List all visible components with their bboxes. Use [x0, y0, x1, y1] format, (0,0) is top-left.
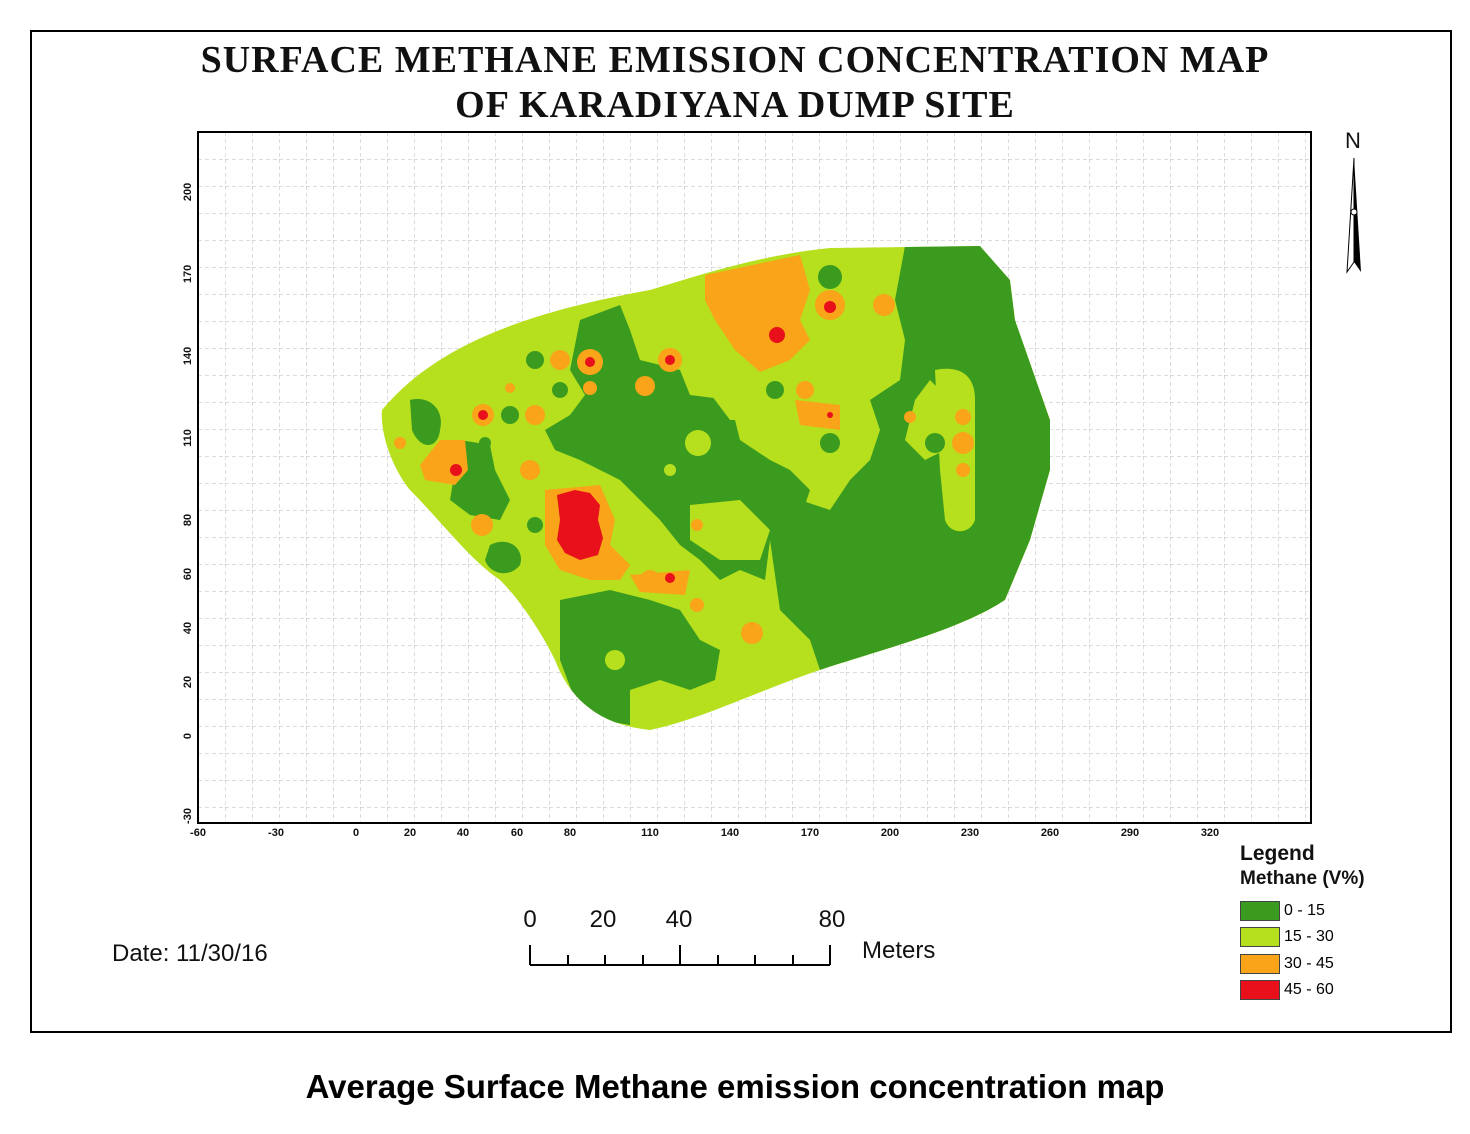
x-tick-label: 110	[641, 827, 659, 839]
y-tick-label: 200	[182, 183, 194, 201]
x-tick-label: 60	[511, 827, 523, 839]
figure-caption: Average Surface Methane emission concent…	[305, 1068, 1165, 1105]
x-tick-label: -30	[268, 827, 284, 839]
x-axis-labels: -60 -30 0 20 40 60 80 110 140 170 200 230 260 290 320	[190, 827, 1219, 839]
legend-label: 30 - 45	[1284, 955, 1334, 972]
y-tick-label: 110	[182, 429, 194, 447]
north-label: N	[1345, 128, 1361, 153]
scalebar-label-40: 40	[665, 906, 693, 933]
legend-swatch	[1240, 901, 1280, 921]
legend-item: 15 - 30	[1240, 926, 1334, 948]
scalebar-units: Meters	[862, 937, 936, 964]
x-tick-label: 140	[721, 827, 739, 839]
scale-bar	[529, 945, 831, 966]
legend-item: 30 - 45	[1240, 953, 1334, 975]
x-tick-label: 320	[1201, 827, 1219, 839]
y-axis-labels: -30 0 20 40 60 80 110 140 170 200	[182, 183, 194, 824]
scalebar-label-80: 80	[818, 906, 846, 933]
y-tick-label: 60	[182, 568, 194, 580]
y-tick-label: 40	[182, 622, 194, 634]
x-tick-label: -60	[190, 827, 206, 839]
legend-label: 0 - 15	[1284, 902, 1325, 919]
x-tick-label: 290	[1121, 827, 1139, 839]
map-date: Date: 11/30/16	[112, 940, 268, 967]
legend-title: Legend	[1240, 842, 1315, 865]
legend-label: 45 - 60	[1284, 981, 1334, 998]
y-tick-label: 170	[182, 265, 194, 283]
legend-item: 0 - 15	[1240, 900, 1325, 922]
x-tick-label: 200	[881, 827, 899, 839]
y-tick-label: 20	[182, 676, 194, 688]
x-tick-label: 80	[564, 827, 576, 839]
scalebar-label-0: 0	[523, 906, 537, 933]
y-tick-label: 140	[182, 347, 194, 365]
north-arrow-icon	[1346, 157, 1361, 274]
x-tick-label: 40	[457, 827, 469, 839]
legend-label: 15 - 30	[1284, 928, 1334, 945]
legend-subtitle: Methane (V%)	[1240, 868, 1365, 889]
scalebar-label-20: 20	[589, 906, 617, 933]
y-tick-label: 0	[182, 733, 194, 739]
y-tick-label: -30	[182, 808, 194, 824]
x-tick-label: 170	[801, 827, 819, 839]
x-tick-label: 230	[961, 827, 979, 839]
legend-swatch	[1240, 980, 1280, 1000]
legend-swatch	[1240, 954, 1280, 974]
x-tick-label: 260	[1041, 827, 1059, 839]
y-tick-label: 80	[182, 514, 194, 526]
x-tick-label: 20	[404, 827, 416, 839]
legend-item: 45 - 60	[1240, 979, 1334, 1001]
legend-swatch	[1240, 927, 1280, 947]
x-tick-label: 0	[353, 827, 359, 839]
